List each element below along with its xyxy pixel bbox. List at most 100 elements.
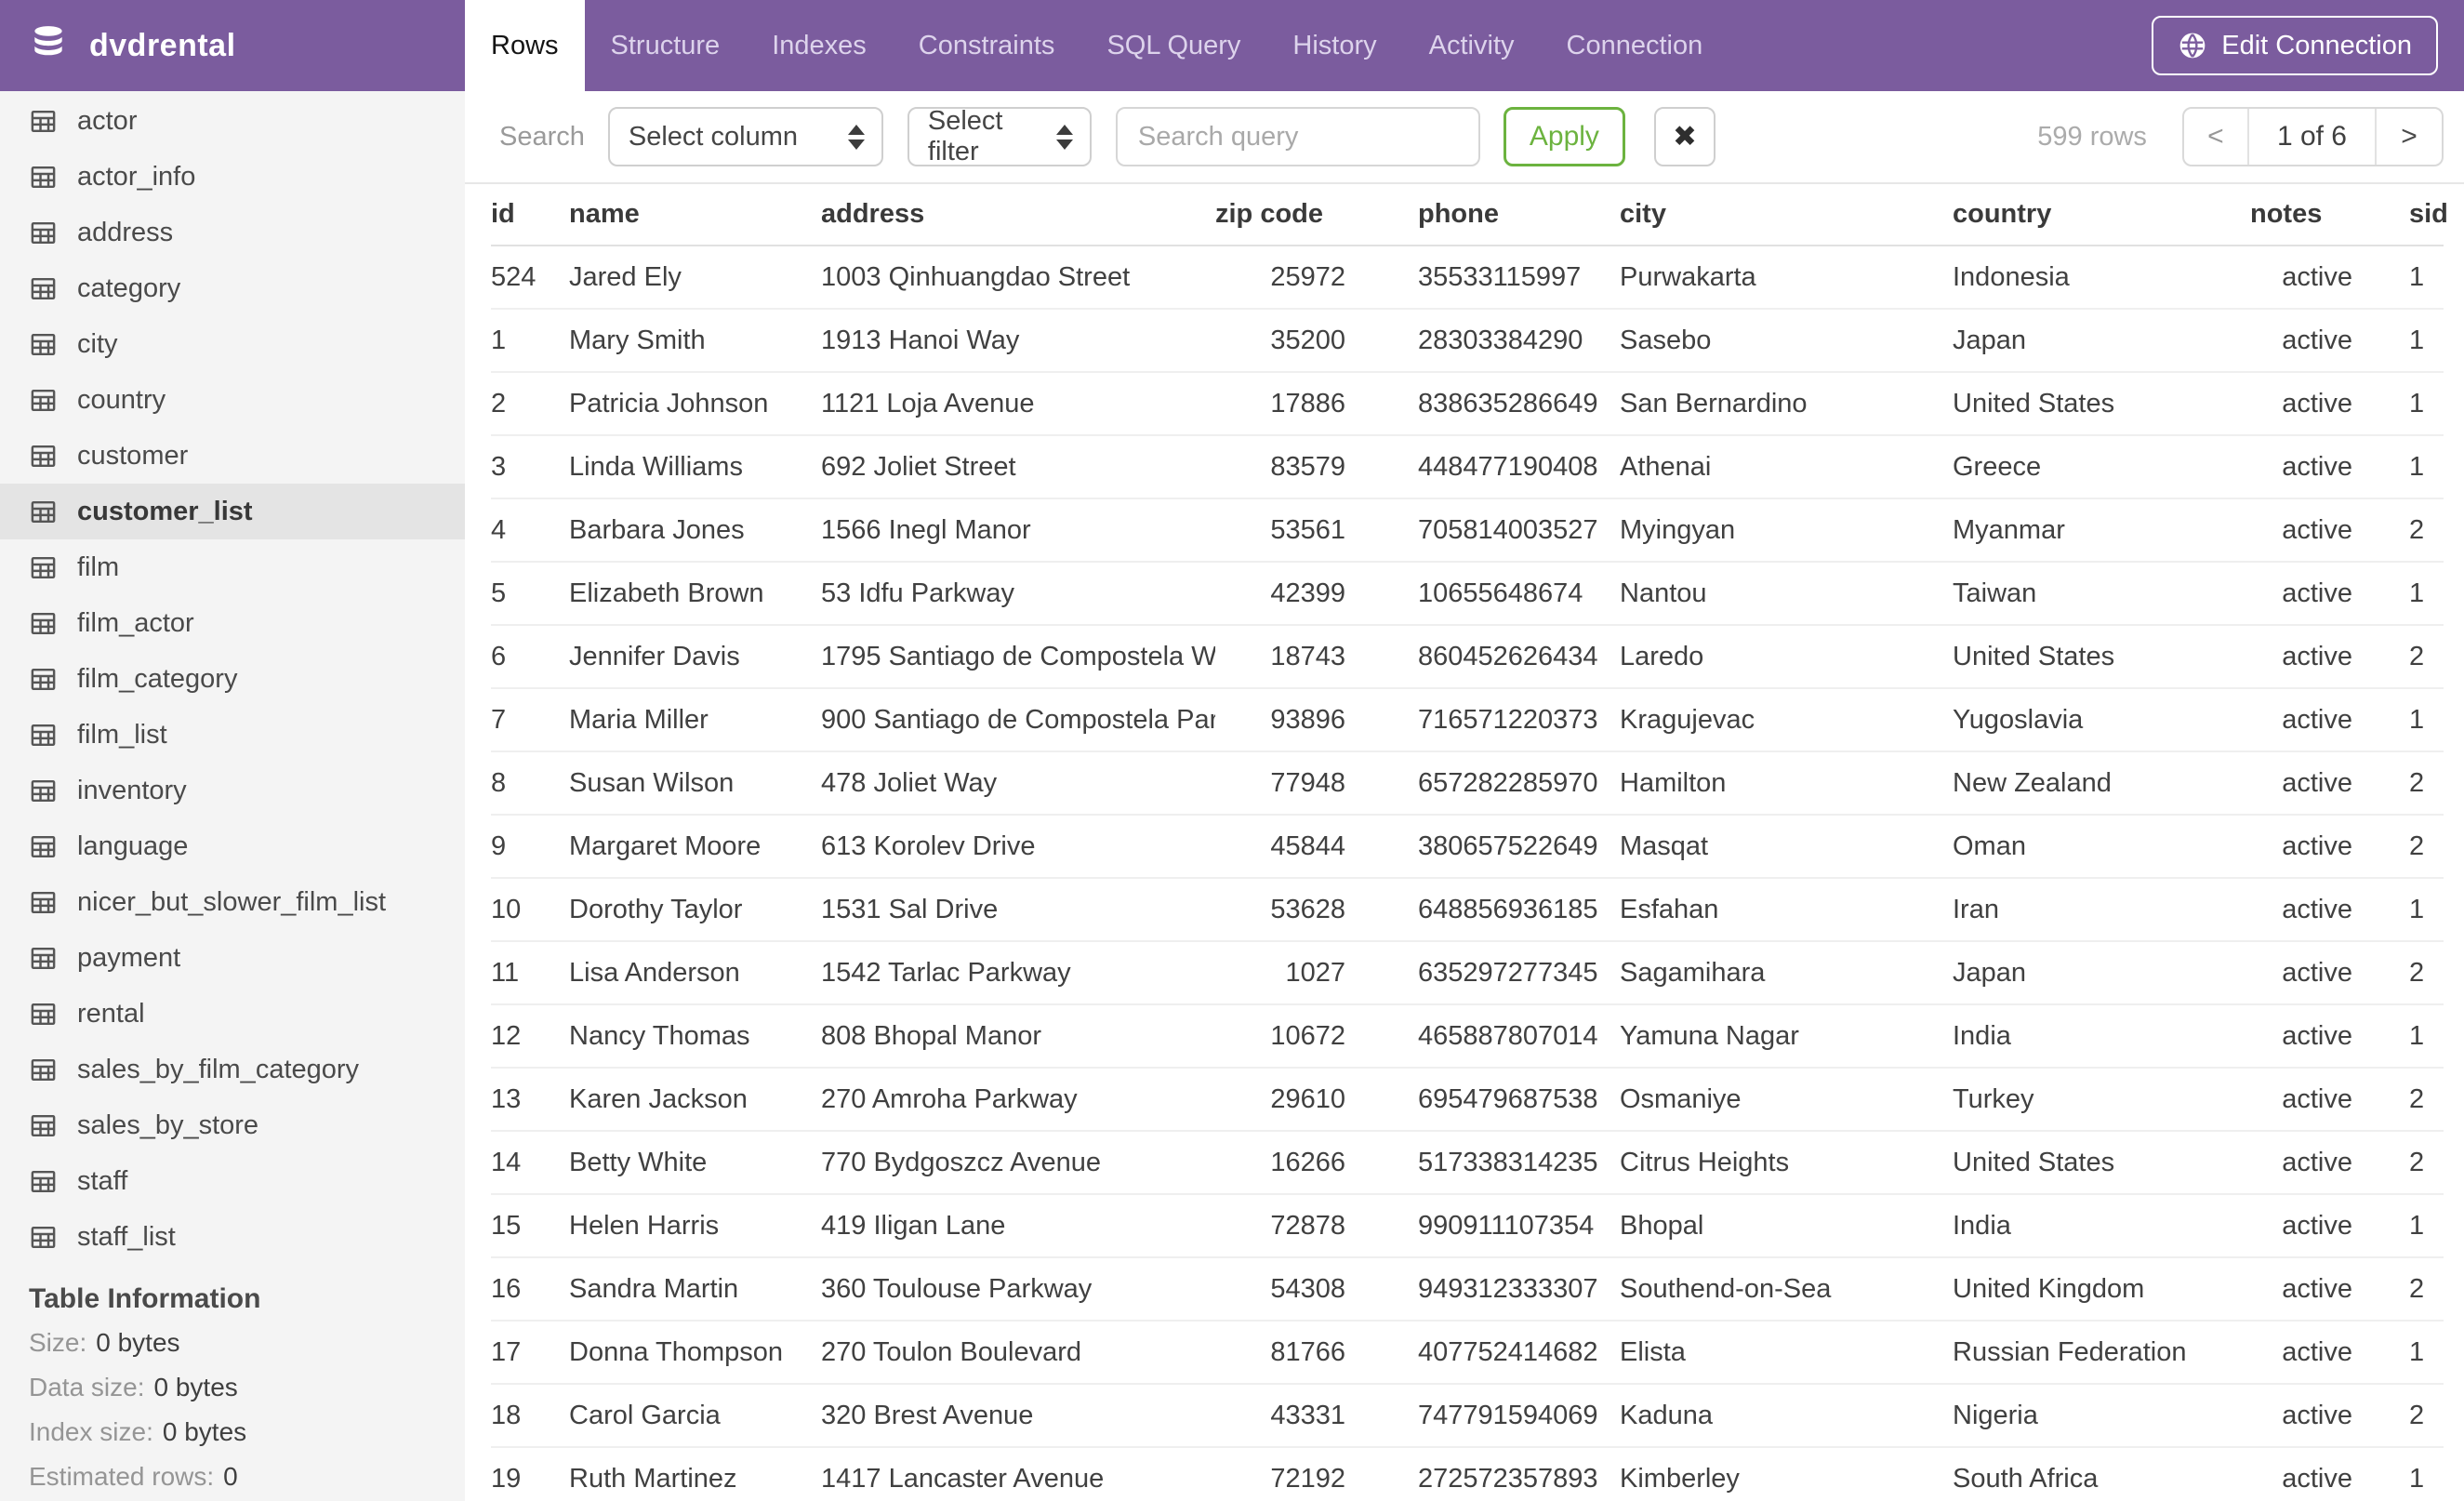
table-row[interactable]: 13 Karen Jackson 270 Amroha Parkway 29610 69… bbox=[491, 1068, 2444, 1132]
table-name-label: address bbox=[77, 217, 174, 247]
cell-country: United States bbox=[1953, 1131, 2250, 1195]
cell-country: Japan bbox=[1953, 941, 2250, 1005]
cell-name: Linda Williams bbox=[569, 435, 821, 499]
cell-city: Nantou bbox=[1620, 562, 1953, 626]
sidebar-item-film_list[interactable]: film_list bbox=[0, 707, 465, 763]
tab-constraints[interactable]: Constraints bbox=[893, 0, 1081, 91]
table-row[interactable]: 5 Elizabeth Brown 53 Idfu Parkway 42399 1065… bbox=[491, 562, 2444, 626]
table-info-row: Data size: 0 bytes bbox=[0, 1365, 465, 1410]
info-label: Size: bbox=[29, 1328, 87, 1357]
cell-phone: 10655648674 bbox=[1345, 562, 1620, 626]
column-header-phone[interactable]: phone bbox=[1345, 184, 1620, 246]
table-row[interactable]: 11 Lisa Anderson 1542 Tarlac Parkway 1027 63… bbox=[491, 941, 2444, 1005]
app-window: dvdrental Rows Structure Indexes Constraint… bbox=[0, 0, 2464, 1501]
tab-history[interactable]: History bbox=[1266, 0, 1402, 91]
clear-search-button[interactable]: ✖ bbox=[1653, 107, 1716, 166]
cell-phone: 705814003527 bbox=[1345, 498, 1620, 563]
cell-name: Maria Miller bbox=[569, 688, 821, 752]
select-column-dropdown[interactable]: Select column bbox=[607, 107, 883, 166]
table-row[interactable]: 16 Sandra Martin 360 Toulouse Parkway 54308… bbox=[491, 1257, 2444, 1322]
sidebar-item-staff_list[interactable]: staff_list bbox=[0, 1209, 465, 1265]
table-row[interactable]: 19 Ruth Martinez 1417 Lancaster Avenue 7219… bbox=[491, 1447, 2444, 1501]
sidebar-item-actor_info[interactable]: actor_info bbox=[0, 149, 465, 205]
cell-country: Greece bbox=[1953, 435, 2250, 499]
tab-activity[interactable]: Activity bbox=[1403, 0, 1541, 91]
sidebar-item-film[interactable]: film bbox=[0, 539, 465, 595]
info-label: Data size: bbox=[29, 1373, 145, 1401]
table-grid-icon bbox=[29, 498, 58, 526]
cell-address: 1795 Santiago de Compostela Way bbox=[821, 625, 1215, 689]
tab-rows[interactable]: Rows bbox=[465, 0, 585, 91]
table-row[interactable]: 2 Patricia Johnson 1121 Loja Avenue 17886 83… bbox=[491, 372, 2444, 436]
table-row[interactable]: 524 Jared Ely 1003 Qinhuangdao Street 25972… bbox=[491, 246, 2444, 310]
sidebar-item-actor[interactable]: actor bbox=[0, 93, 465, 149]
table-row[interactable]: 7 Maria Miller 900 Santiago de Compostela … bbox=[491, 688, 2444, 752]
sidebar-item-country[interactable]: country bbox=[0, 372, 465, 428]
table-grid-icon bbox=[29, 1167, 58, 1196]
sidebar-item-address[interactable]: address bbox=[0, 205, 465, 260]
info-value: 0 bytes bbox=[162, 1417, 247, 1446]
cell-zip: 72192 bbox=[1215, 1447, 1345, 1501]
table-row[interactable]: 15 Helen Harris 419 Iligan Lane 72878 990911… bbox=[491, 1194, 2444, 1258]
tab-sql-query[interactable]: SQL Query bbox=[1080, 0, 1266, 91]
cell-address: 419 Iligan Lane bbox=[821, 1194, 1215, 1258]
column-header-city[interactable]: city bbox=[1620, 184, 1953, 246]
search-label: Search bbox=[499, 121, 585, 152]
column-header-zip[interactable]: zip code bbox=[1215, 184, 1345, 246]
cell-name: Nancy Thomas bbox=[569, 1004, 821, 1069]
apply-button[interactable]: Apply bbox=[1503, 107, 1625, 166]
table-row[interactable]: 6 Jennifer Davis 1795 Santiago de Composte… bbox=[491, 625, 2444, 689]
sidebar-item-sales_by_film_category[interactable]: sales_by_film_category bbox=[0, 1042, 465, 1097]
sidebar-item-staff[interactable]: staff bbox=[0, 1153, 465, 1209]
table-info-row: Index size: 0 bytes bbox=[0, 1410, 465, 1455]
column-header-address[interactable]: address bbox=[821, 184, 1215, 246]
table-row[interactable]: 18 Carol Garcia 320 Brest Avenue 43331 74779… bbox=[491, 1384, 2444, 1448]
select-filter-dropdown[interactable]: Select filter bbox=[907, 106, 1092, 166]
table-row[interactable]: 17 Donna Thompson 270 Toulon Boulevard 8176… bbox=[491, 1321, 2444, 1385]
tab-indexes[interactable]: Indexes bbox=[746, 0, 893, 91]
table-grid-icon bbox=[29, 163, 58, 192]
sidebar-item-customer[interactable]: customer bbox=[0, 428, 465, 484]
cell-phone: 465887807014 bbox=[1345, 1004, 1620, 1069]
cell-name: Jared Ely bbox=[569, 246, 821, 310]
sidebar-item-category[interactable]: category bbox=[0, 260, 465, 316]
sidebar-item-film_category[interactable]: film_category bbox=[0, 651, 465, 707]
edit-connection-button[interactable]: Edit Connection bbox=[2152, 16, 2438, 75]
table-row[interactable]: 9 Margaret Moore 613 Korolev Drive 45844 380… bbox=[491, 815, 2444, 879]
sidebar-item-film_actor[interactable]: film_actor bbox=[0, 595, 465, 651]
column-header-sid[interactable]: sid bbox=[2352, 184, 2448, 246]
table-row[interactable]: 3 Linda Williams 692 Joliet Street 83579 448… bbox=[491, 435, 2444, 499]
previous-page-button[interactable]: < bbox=[2184, 109, 2249, 165]
column-header-country[interactable]: country bbox=[1953, 184, 2250, 246]
cell-notes: active bbox=[2250, 878, 2352, 942]
sidebar-item-sales_by_store[interactable]: sales_by_store bbox=[0, 1097, 465, 1153]
cell-address: 1003 Qinhuangdao Street bbox=[821, 246, 1215, 310]
table-row[interactable]: 10 Dorothy Taylor 1531 Sal Drive 53628 64885… bbox=[491, 878, 2444, 942]
cell-notes: active bbox=[2250, 1321, 2352, 1385]
table-row[interactable]: 8 Susan Wilson 478 Joliet Way 77948 65728228… bbox=[491, 751, 2444, 816]
table-row[interactable]: 1 Mary Smith 1913 Hanoi Way 35200 2830338429… bbox=[491, 309, 2444, 373]
sidebar-item-city[interactable]: city bbox=[0, 316, 465, 372]
sidebar-item-inventory[interactable]: inventory bbox=[0, 763, 465, 818]
cell-city: Hamilton bbox=[1620, 751, 1953, 816]
column-header-notes[interactable]: notes bbox=[2250, 184, 2352, 246]
column-header-id[interactable]: id bbox=[491, 184, 569, 246]
sidebar-item-payment[interactable]: payment bbox=[0, 930, 465, 986]
cell-address: 53 Idfu Parkway bbox=[821, 562, 1215, 626]
table-row[interactable]: 12 Nancy Thomas 808 Bhopal Manor 10672 46588… bbox=[491, 1004, 2444, 1069]
tab-label: Indexes bbox=[772, 30, 867, 60]
tab-structure[interactable]: Structure bbox=[585, 0, 747, 91]
tab-connection[interactable]: Connection bbox=[1541, 0, 1729, 91]
table-row[interactable]: 14 Betty White 770 Bydgoszcz Avenue 16266 51… bbox=[491, 1131, 2444, 1195]
sidebar-item-customer_list[interactable]: customer_list bbox=[0, 484, 465, 539]
next-page-button[interactable]: > bbox=[2377, 109, 2442, 165]
cell-id: 5 bbox=[491, 562, 569, 626]
column-header-name[interactable]: name bbox=[569, 184, 821, 246]
cell-city: Myingyan bbox=[1620, 498, 1953, 563]
sidebar-item-rental[interactable]: rental bbox=[0, 986, 465, 1042]
sidebar-item-language[interactable]: language bbox=[0, 818, 465, 874]
sidebar-item-nicer_but_slower_film_list[interactable]: nicer_but_slower_film_list bbox=[0, 874, 465, 930]
table-row[interactable]: 4 Barbara Jones 1566 Inegl Manor 53561 70581… bbox=[491, 498, 2444, 563]
search-query-input[interactable] bbox=[1115, 107, 1480, 166]
pagination-control: < 1 of 6 > bbox=[2181, 107, 2444, 166]
